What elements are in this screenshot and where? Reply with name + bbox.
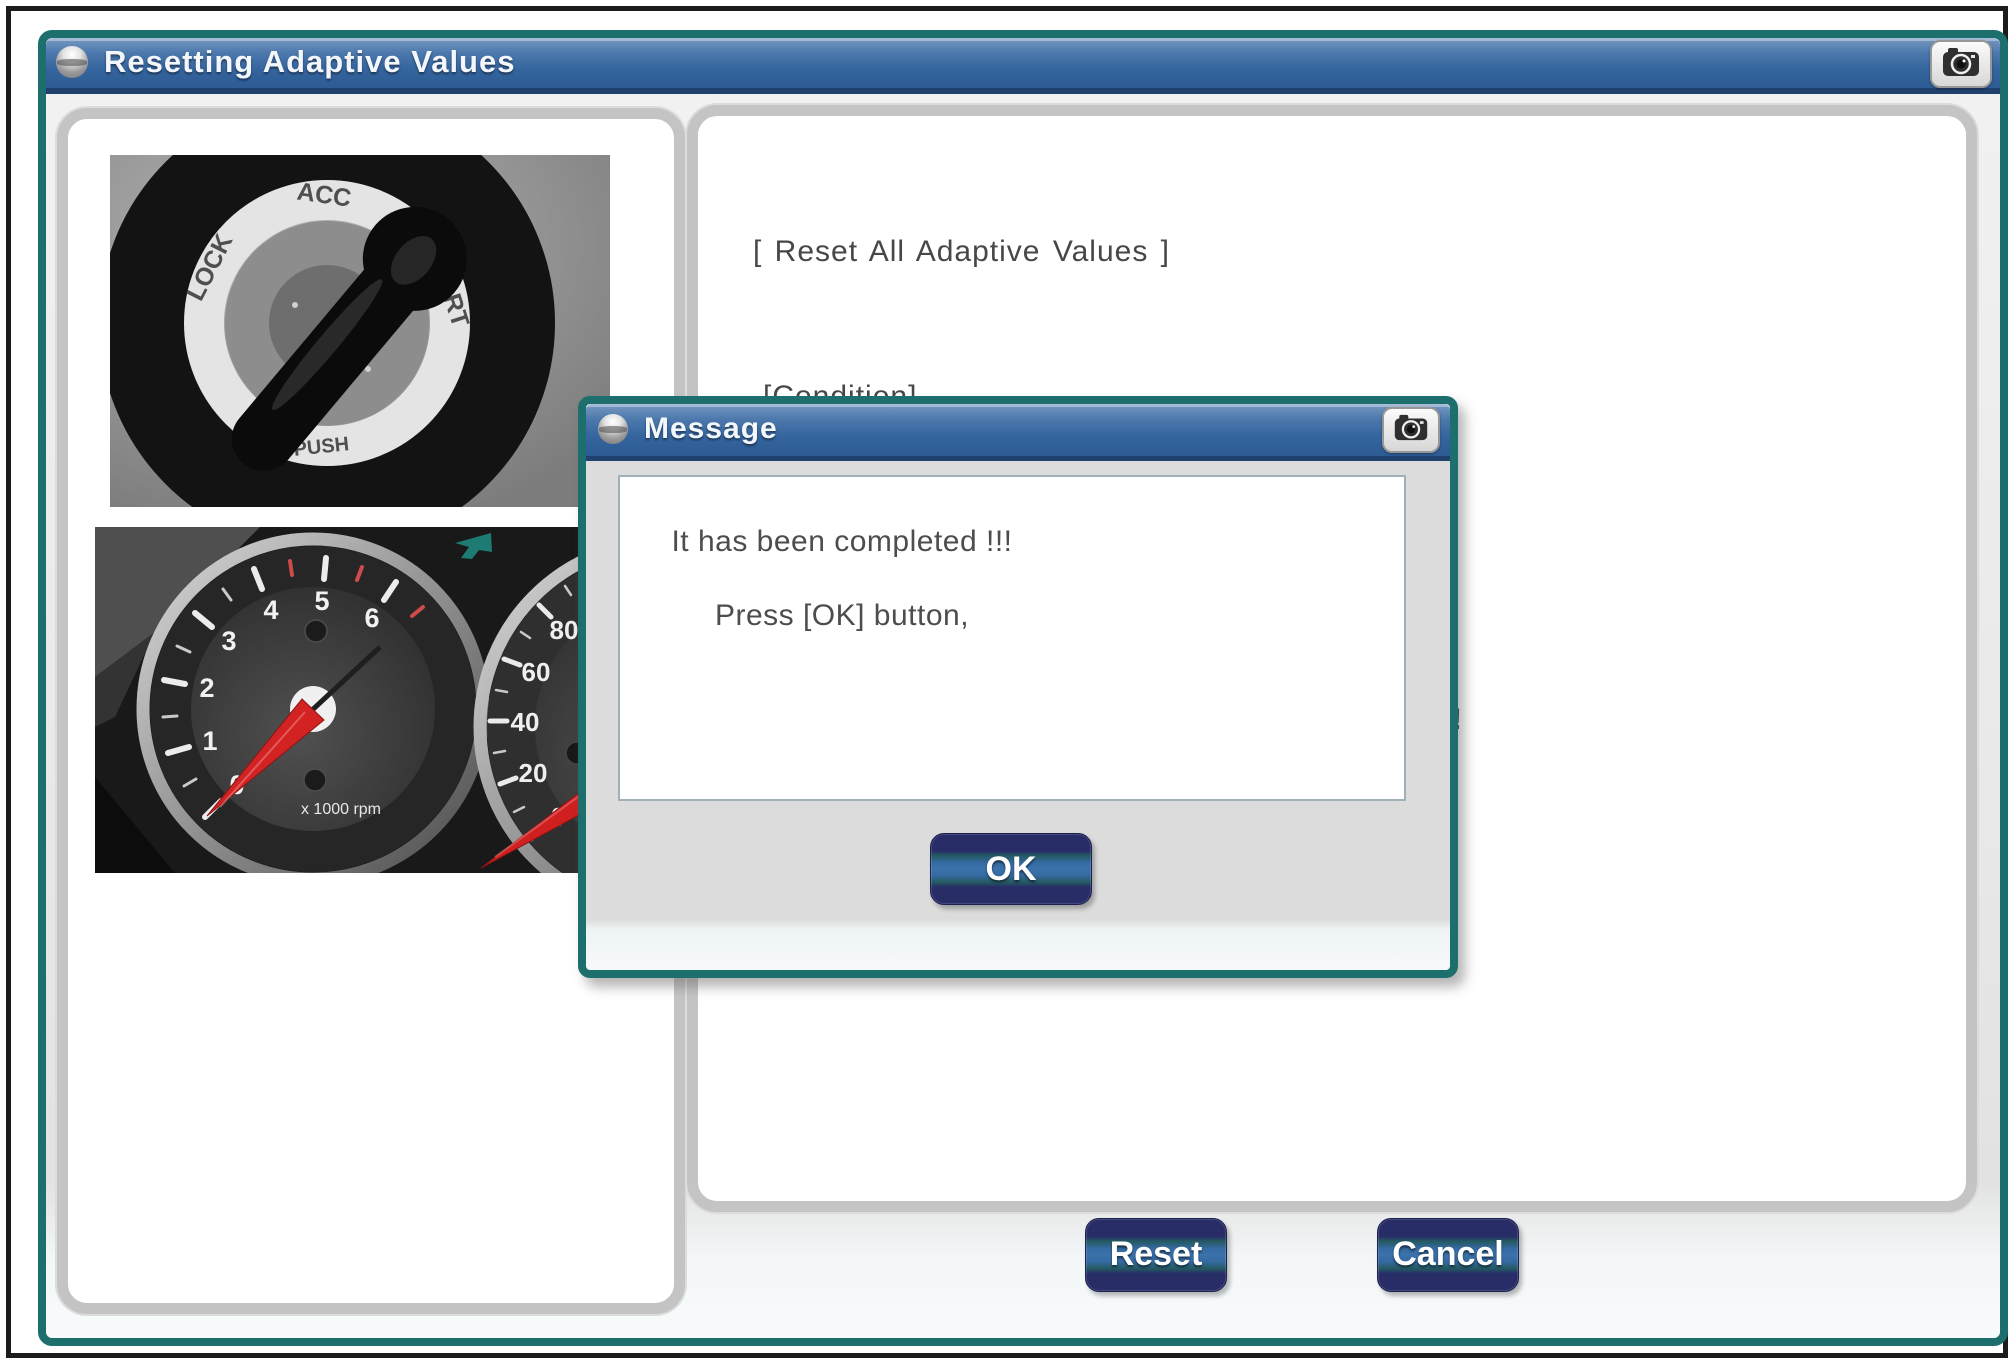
- tachometer-dial: 0 1 2 3 4 5 6 x 1000 rpm: [143, 539, 483, 873]
- dialog-sphere-icon: [598, 414, 628, 444]
- speed-number: 60: [522, 657, 551, 687]
- message-line-2: Press [OK] button,: [632, 599, 1052, 633]
- dialog-title: Message: [644, 412, 778, 446]
- camera-icon: [1941, 46, 1981, 83]
- titlebar-highlight: [46, 38, 2000, 41]
- camera-icon: [1393, 413, 1429, 447]
- camera-capture-button[interactable]: [1930, 40, 1992, 88]
- dialog-content: It has been completed !!! Press [OK] but…: [586, 461, 1450, 970]
- tach-number: 1: [202, 726, 217, 756]
- reset-button[interactable]: Reset: [1085, 1218, 1227, 1292]
- window-title: Resetting Adaptive Values: [104, 44, 515, 80]
- message-dialog-body: Message It has been completed !!! Press: [586, 404, 1450, 970]
- speed-number: 40: [511, 707, 540, 737]
- tach-number: 3: [221, 626, 236, 656]
- tach-number: 5: [314, 586, 329, 616]
- ok-button[interactable]: OK: [930, 833, 1092, 905]
- dialog-titlebar-highlight: [586, 404, 1450, 407]
- tach-unit-label: x 1000 rpm: [301, 801, 381, 818]
- message-line-1: It has been completed !!!: [632, 525, 1052, 559]
- message-dialog: Message It has been completed !!! Press: [578, 396, 1458, 978]
- main-window: Resetting Adaptive Values: [38, 30, 2008, 1346]
- procedure-heading: [ Reset All Adaptive Values ]: [753, 235, 1170, 269]
- dialog-titlebar[interactable]: Message: [586, 404, 1450, 461]
- tachometer-image: 0 1 2 3 4 5 6 x 1000 rpm: [95, 527, 600, 873]
- speed-number: 20: [519, 758, 548, 788]
- tach-number: 6: [364, 603, 379, 633]
- cancel-button[interactable]: Cancel: [1377, 1218, 1519, 1292]
- tach-number: 4: [263, 595, 278, 625]
- dialog-camera-button[interactable]: [1382, 407, 1440, 453]
- window-sphere-icon: [56, 46, 88, 78]
- ignition-key-image: LOCK ACC START PUSH: [110, 155, 610, 507]
- tach-number: 2: [199, 673, 214, 703]
- main-window-body: Resetting Adaptive Values: [46, 38, 2000, 1338]
- message-box: [618, 475, 1406, 801]
- main-titlebar[interactable]: Resetting Adaptive Values: [46, 38, 2000, 94]
- speed-number: 80: [550, 615, 579, 645]
